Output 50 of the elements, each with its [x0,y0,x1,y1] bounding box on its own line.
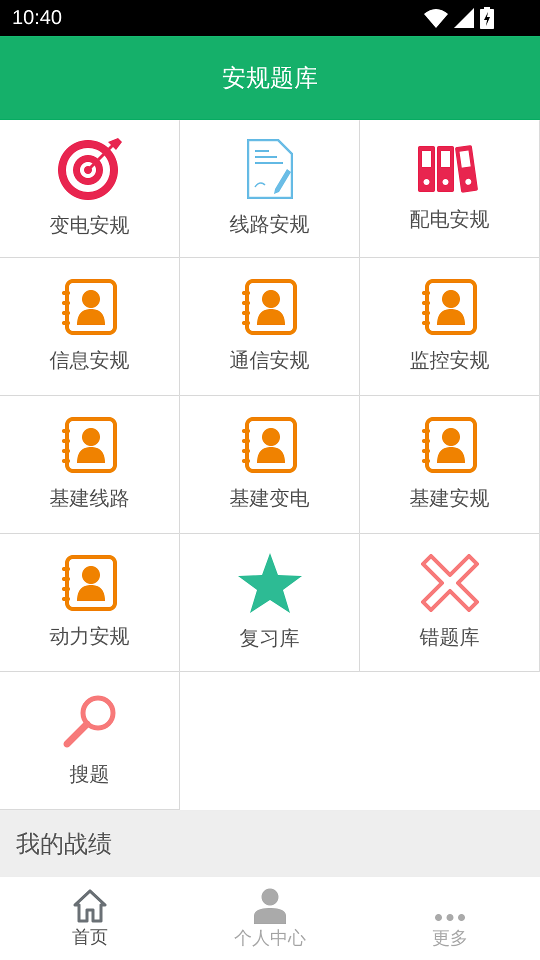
tile-label: 基建安规 [410,485,490,512]
battery-icon [480,7,494,29]
search-icon [62,693,118,749]
category-tile[interactable]: 基建安规 [360,396,540,534]
contact-book-icon [60,279,118,335]
contact-book-icon [420,279,478,335]
nav-label: 首页 [72,926,108,948]
tile-label: 复习库 [240,625,300,652]
category-tile[interactable]: 通信安规 [180,258,360,396]
tile-label: 动力安规 [50,623,130,650]
nav-label: 个人中心 [234,926,306,950]
contact-book-icon [60,555,118,611]
contact-book-icon [240,417,298,473]
category-tile[interactable]: 配电安规 [360,120,540,258]
contact-book-icon [60,417,118,473]
tile-label: 配电安规 [410,206,490,233]
more-icon [434,914,466,920]
nav-label: 更多 [432,926,468,950]
header-title: 安规题库 [222,63,318,94]
category-tile[interactable]: 基建线路 [0,396,180,534]
tile-label: 基建线路 [50,485,130,512]
status-time: 10:40 [12,6,62,30]
category-tile[interactable]: 错题库 [360,534,540,672]
tile-label: 信息安规 [50,347,130,374]
signal-icon [454,8,474,28]
cross-icon [420,554,478,612]
category-tile[interactable]: 变电安规 [0,120,180,258]
tile-label: 通信安规 [230,347,310,374]
contact-book-icon [240,279,298,335]
tile-label: 变电安规 [50,212,130,239]
tile-label: 错题库 [420,624,480,651]
category-tile[interactable]: 基建变电 [180,396,360,534]
star-icon [238,553,302,613]
wifi-icon [424,8,448,28]
target-icon [58,138,122,200]
tile-label: 监控安规 [410,347,490,374]
person-icon [253,888,287,924]
tile-label: 线路安规 [230,211,310,238]
category-tile[interactable]: 监控安规 [360,258,540,396]
tile-label: 基建变电 [230,485,310,512]
document-pen-icon [246,139,292,199]
category-tile[interactable]: 复习库 [180,534,360,672]
category-tile[interactable]: 线路安规 [180,120,360,258]
tile-label: 搜题 [70,761,110,788]
home-icon [72,888,108,922]
category-tile[interactable]: 信息安规 [0,258,180,396]
nav-tab[interactable]: 首页 [0,877,180,960]
contact-book-icon [420,417,478,473]
section-title: 我的战绩 [16,828,112,860]
category-tile[interactable]: 动力安规 [0,534,180,672]
